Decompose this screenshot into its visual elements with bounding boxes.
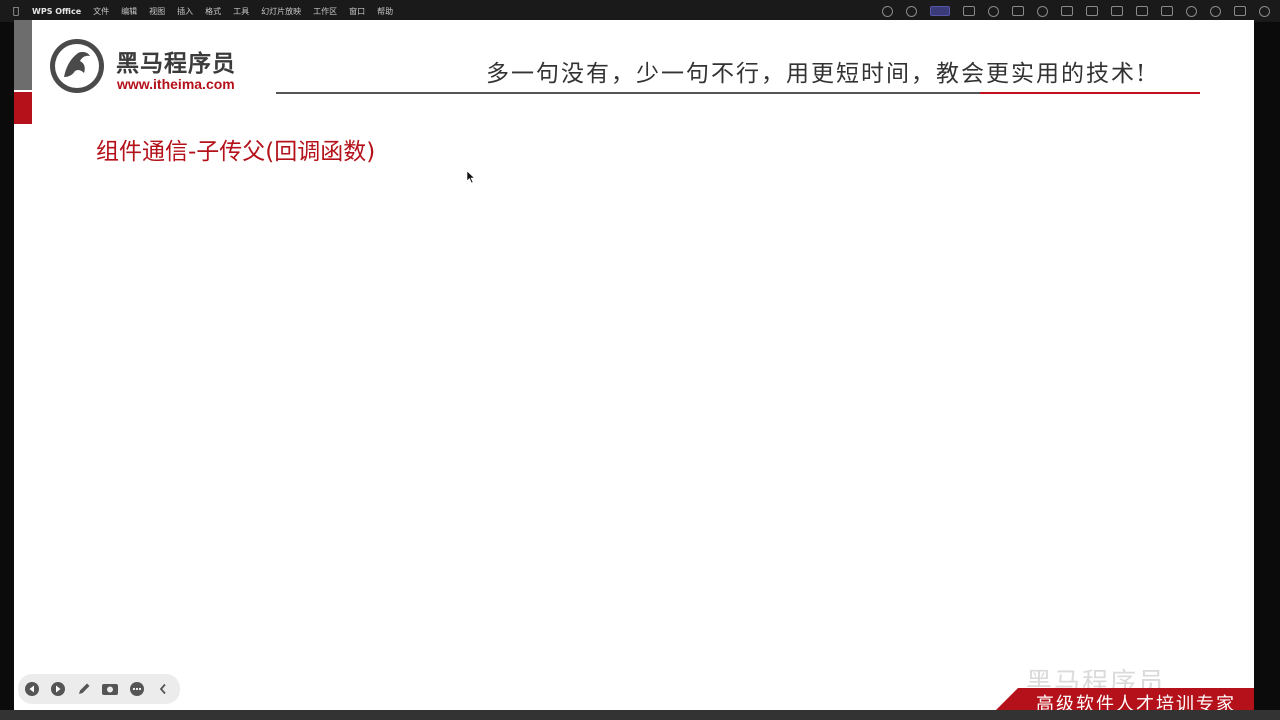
bottom-strip bbox=[0, 710, 1280, 720]
accent-bar-gray bbox=[14, 20, 32, 90]
menu-item-file[interactable]: 文件 bbox=[93, 6, 109, 17]
horse-logo-icon bbox=[50, 39, 104, 93]
camera-icon[interactable] bbox=[101, 680, 119, 698]
collapse-icon[interactable] bbox=[154, 680, 171, 698]
header-divider bbox=[276, 92, 980, 94]
banner-text: 高级软件人才培训专家 bbox=[1036, 694, 1236, 710]
wifi-icon[interactable] bbox=[1186, 5, 1197, 17]
accent-bar-red bbox=[14, 92, 32, 124]
pen-icon[interactable] bbox=[76, 680, 93, 698]
wechat-icon[interactable] bbox=[1061, 6, 1073, 16]
bookmark-icon[interactable] bbox=[1012, 6, 1024, 16]
sync-icon[interactable] bbox=[906, 5, 917, 17]
display-icon[interactable] bbox=[963, 6, 975, 16]
slide-title: 组件通信-子传父(回调函数) bbox=[96, 139, 376, 165]
mouse-cursor-icon bbox=[466, 170, 476, 184]
menu-item-format[interactable]: 格式 bbox=[205, 6, 221, 17]
shield-icon[interactable] bbox=[988, 5, 999, 17]
siri-icon[interactable] bbox=[1259, 5, 1270, 17]
presentation-toolbar bbox=[18, 674, 180, 704]
menu-item-help[interactable]: 帮助 bbox=[377, 6, 393, 17]
menu-item-view[interactable]: 视图 bbox=[149, 6, 165, 17]
prev-icon[interactable] bbox=[24, 680, 41, 698]
search-icon[interactable] bbox=[1037, 5, 1048, 17]
spotlight-icon[interactable] bbox=[1210, 5, 1221, 17]
apple-icon[interactable]:  bbox=[6, 6, 26, 17]
header-divider-accent bbox=[980, 92, 1200, 94]
menu-item-insert[interactable]: 插入 bbox=[177, 6, 193, 17]
code-icon[interactable] bbox=[1111, 6, 1123, 16]
status-area bbox=[869, 0, 1270, 22]
menu-item-window[interactable]: 窗口 bbox=[349, 6, 365, 17]
more-icon[interactable] bbox=[128, 680, 145, 698]
creative-cloud-icon[interactable] bbox=[882, 5, 893, 17]
next-icon[interactable] bbox=[50, 680, 67, 698]
slide-canvas: 黑马程序员 www.itheima.com 多一句没有，少一句不行，用更短时间，… bbox=[14, 20, 1254, 710]
control-center-icon[interactable] bbox=[1234, 6, 1246, 16]
menu-item-tools[interactable]: 工具 bbox=[233, 6, 249, 17]
brand-name: 黑马程序员 bbox=[116, 51, 236, 77]
slogan: 多一句没有，少一句不行，用更短时间，教会更实用的技术! bbox=[486, 61, 1148, 87]
menu-item-app[interactable]: WPS Office bbox=[32, 7, 81, 16]
menu-item-edit[interactable]: 编辑 bbox=[121, 6, 137, 17]
brand-url: www.itheima.com bbox=[117, 76, 235, 92]
menu-item-workspace[interactable]: 工作区 bbox=[313, 6, 337, 17]
bell-icon[interactable] bbox=[1086, 6, 1098, 16]
menu-item-slideshow[interactable]: 幻灯片放映 bbox=[261, 6, 301, 17]
keyboard-icon[interactable] bbox=[1161, 6, 1173, 16]
screen-record-icon[interactable] bbox=[930, 6, 950, 16]
battery-icon[interactable] bbox=[1136, 6, 1148, 16]
menu-bar:  WPS Office 文件 编辑 视图 插入 格式 工具 幻灯片放映 工作区… bbox=[0, 0, 1280, 22]
